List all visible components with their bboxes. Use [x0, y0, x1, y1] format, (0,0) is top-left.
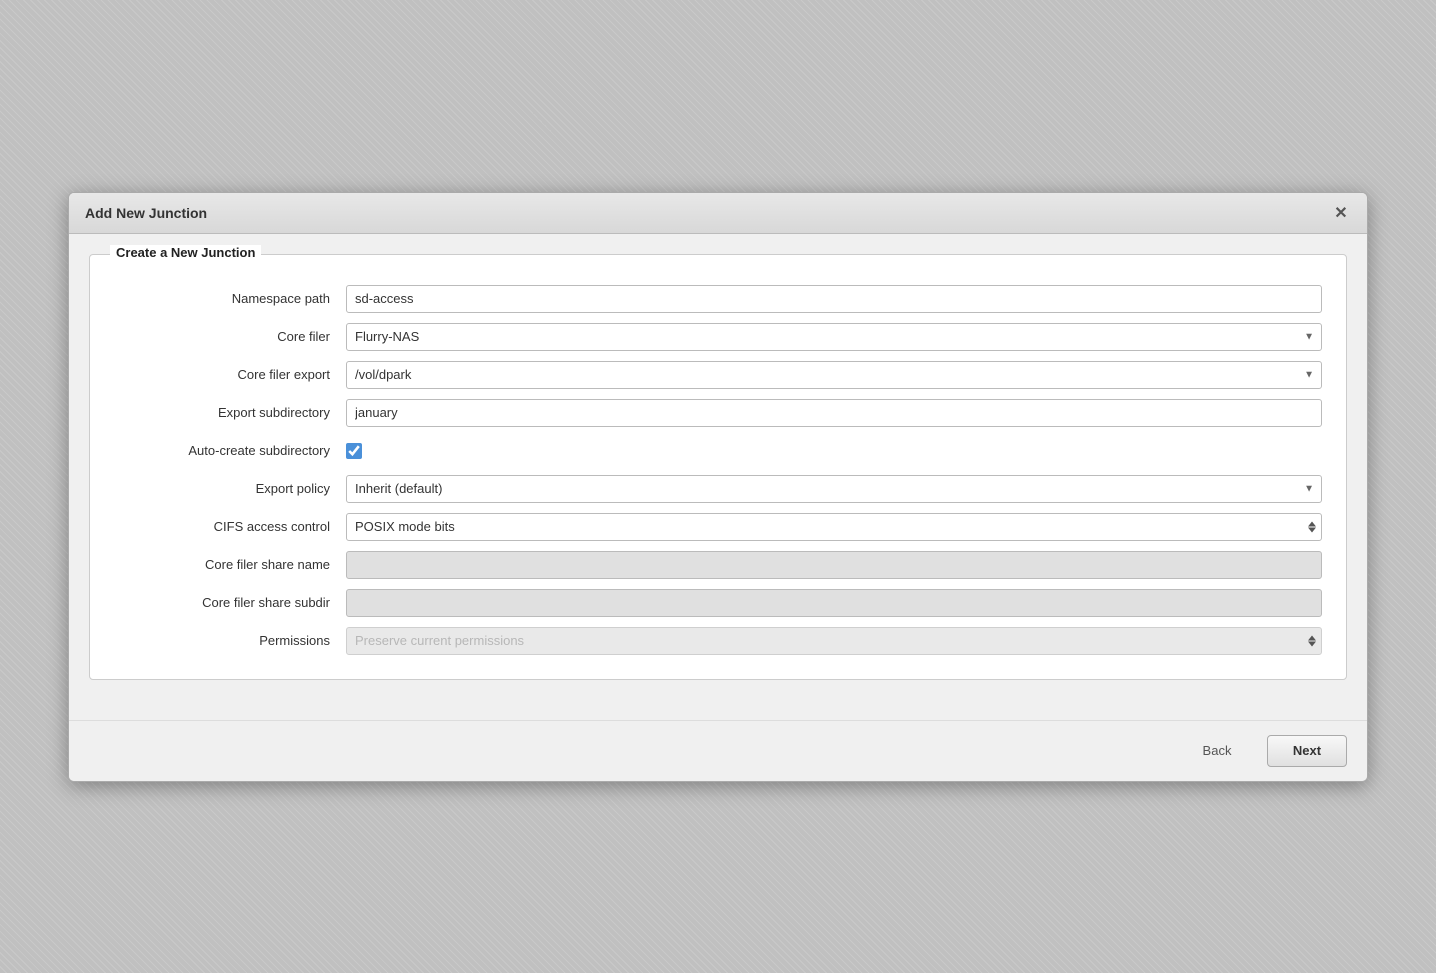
core-filer-share-subdir-input[interactable] — [346, 589, 1322, 617]
cifs-access-select-wrapper: POSIX mode bits — [346, 513, 1322, 541]
auto-create-checkbox[interactable] — [346, 443, 362, 459]
core-filer-select[interactable]: Flurry-NAS — [346, 323, 1322, 351]
form-grid: Namespace path Core filer Flurry-NAS ▼ C… — [114, 285, 1322, 655]
cifs-access-select[interactable]: POSIX mode bits — [346, 513, 1322, 541]
core-filer-share-name-input[interactable] — [346, 551, 1322, 579]
core-filer-select-wrapper: Flurry-NAS ▼ — [346, 323, 1322, 351]
auto-create-label: Auto-create subdirectory — [114, 443, 334, 458]
auto-create-wrapper — [346, 437, 1322, 465]
core-filer-share-name-label: Core filer share name — [114, 557, 334, 572]
core-filer-share-subdir-label: Core filer share subdir — [114, 595, 334, 610]
fieldset-box: Create a New Junction Namespace path Cor… — [89, 254, 1347, 680]
fieldset-legend: Create a New Junction — [110, 245, 261, 260]
permissions-select[interactable]: Preserve current permissions — [346, 627, 1322, 655]
add-junction-dialog: Add New Junction ✕ Create a New Junction… — [68, 192, 1368, 782]
dialog-body: Create a New Junction Namespace path Cor… — [69, 234, 1367, 720]
export-subdir-input[interactable] — [346, 399, 1322, 427]
permissions-label: Permissions — [114, 633, 334, 648]
back-button[interactable]: Back — [1177, 735, 1257, 767]
core-filer-export-select[interactable]: /vol/dpark — [346, 361, 1322, 389]
permissions-select-wrapper: Preserve current permissions — [346, 627, 1322, 655]
export-policy-select-wrapper: Inherit (default) ▼ — [346, 475, 1322, 503]
core-filer-export-label: Core filer export — [114, 367, 334, 382]
core-filer-label: Core filer — [114, 329, 334, 344]
dialog-footer: Back Next — [69, 720, 1367, 781]
core-filer-export-select-wrapper: /vol/dpark ▼ — [346, 361, 1322, 389]
namespace-path-input[interactable] — [346, 285, 1322, 313]
next-button[interactable]: Next — [1267, 735, 1347, 767]
namespace-path-label: Namespace path — [114, 291, 334, 306]
dialog-titlebar: Add New Junction ✕ — [69, 193, 1367, 234]
export-subdir-label: Export subdirectory — [114, 405, 334, 420]
export-policy-label: Export policy — [114, 481, 334, 496]
dialog-title: Add New Junction — [85, 205, 207, 221]
export-policy-select[interactable]: Inherit (default) — [346, 475, 1322, 503]
close-button[interactable]: ✕ — [1331, 203, 1351, 223]
cifs-access-label: CIFS access control — [114, 519, 334, 534]
